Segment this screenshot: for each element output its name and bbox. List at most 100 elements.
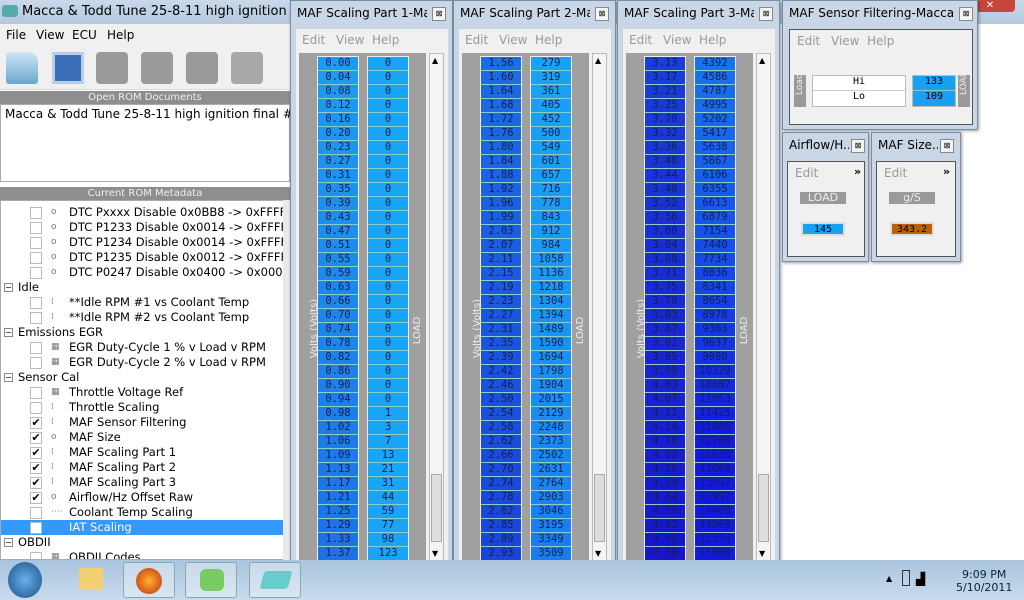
load-cell[interactable]: 1 [368,407,408,421]
tree-item[interactable]: ⁞ **Idle RPM #1 vs Coolant Temp [1,295,284,310]
start-orb-icon[interactable] [8,562,42,598]
load-cell[interactable]: 2764 [531,477,571,491]
tree-category[interactable]: − OBDII [1,535,284,550]
load-cell[interactable]: 405 [531,99,571,113]
load-cell[interactable]: 0 [368,127,408,141]
collapse-icon[interactable]: − [4,373,13,382]
load-cell[interactable]: 912 [531,225,571,239]
collapse-icon[interactable]: − [4,538,13,547]
load-cell[interactable]: 7734 [695,253,735,267]
volts-cell[interactable]: 4.07 [645,393,685,407]
load-cell[interactable]: 12209 [695,435,735,449]
load-cell[interactable]: 8036 [695,267,735,281]
volts-cell[interactable]: 1.99 [481,211,521,225]
volts-cell[interactable]: 2.03 [481,225,521,239]
volts-cell[interactable]: 1.88 [481,169,521,183]
load-cell[interactable]: 4586 [695,71,735,85]
volts-cell[interactable]: 3.99 [645,365,685,379]
tree-item[interactable]: o DTC P1235 Disable 0x0012 -> 0xFFFF M... [1,250,289,265]
load-cell[interactable]: 77 [368,519,408,533]
load-cell[interactable]: 8978 [695,309,735,323]
value-cell[interactable]: 343.2 [890,222,934,236]
volts-cell[interactable]: 1.72 [481,113,521,127]
volts-cell[interactable]: 0.04 [318,71,358,85]
scrollbar[interactable]: ▲ ▼ [592,53,607,561]
messenger-icon[interactable] [185,562,237,598]
load-cell[interactable]: 9303 [695,323,735,337]
load-cell[interactable]: 2903 [531,491,571,505]
volts-cell[interactable]: 2.85 [481,519,521,533]
volts-cell[interactable]: 1.17 [318,477,358,491]
volts-cell[interactable]: 1.68 [481,99,521,113]
volts-cell[interactable]: 3.52 [645,197,685,211]
volts-cell[interactable]: 2.54 [481,407,521,421]
volts-cell[interactable]: 4.50 [645,547,685,561]
volts-cell[interactable]: 0.35 [318,183,358,197]
load-cell[interactable]: 8654 [695,295,735,309]
load-cell[interactable]: 0 [368,99,408,113]
load-cell[interactable]: 279 [531,57,571,71]
load-cell[interactable]: 500 [531,127,571,141]
load-cell[interactable]: 2373 [531,435,571,449]
volts-cell[interactable]: 3.79 [645,295,685,309]
load-cell[interactable]: 0 [368,351,408,365]
checkbox[interactable] [30,357,42,369]
volts-cell[interactable]: 2.78 [481,491,521,505]
tree-category[interactable]: − Idle [1,280,284,295]
tree-item[interactable]: ✔ ⁞ MAF Scaling Part 2 [1,460,284,475]
volts-cell[interactable]: 0.00 [318,57,358,71]
menu-view[interactable]: View [336,33,364,47]
load-cell[interactable]: 0 [368,365,408,379]
tree-item[interactable]: ⁞ Throttle Scaling [1,400,284,415]
menu-help[interactable]: Help [535,33,562,47]
load-cell[interactable]: 11053 [695,393,735,407]
more-icon[interactable]: » [854,165,861,178]
checkbox[interactable]: ✔ [30,492,42,504]
close-icon[interactable]: ⊠ [595,7,609,21]
close-icon[interactable]: ⊠ [851,139,865,153]
load-cell[interactable]: 10329 [695,365,735,379]
volts-cell[interactable]: 1.13 [318,463,358,477]
load-cell[interactable]: 0 [368,211,408,225]
volts-cell[interactable]: 2.66 [481,449,521,463]
load-cell[interactable]: 4995 [695,99,735,113]
volts-cell[interactable]: 2.23 [481,295,521,309]
load-cell[interactable]: 1489 [531,323,571,337]
volts-cell[interactable]: 4.34 [645,491,685,505]
more-icon[interactable]: » [943,165,950,178]
load-cell[interactable]: 31 [368,477,408,491]
load-cell[interactable]: 7440 [695,239,735,253]
load-cell[interactable]: 0 [368,393,408,407]
volts-cell[interactable]: 3.25 [645,99,685,113]
firefox-icon[interactable] [123,562,175,598]
load-cell[interactable]: 0 [368,85,408,99]
load-cell[interactable]: 6879 [695,211,735,225]
menu-view[interactable]: View [36,28,64,42]
load-cell[interactable]: 13957 [695,491,735,505]
volts-cell[interactable]: 2.93 [481,547,521,561]
load-cell[interactable]: 0 [368,239,408,253]
load-cell[interactable]: 14869 [695,519,735,533]
checkbox[interactable] [30,207,42,219]
load-cell[interactable]: 7154 [695,225,735,239]
load-cell[interactable]: 3349 [531,533,571,547]
volts-cell[interactable]: 2.42 [481,365,521,379]
menu-ecu[interactable]: ECU [72,28,97,42]
load-cell[interactable]: 319 [531,71,571,85]
volts-cell[interactable]: 2.74 [481,477,521,491]
volts-cell[interactable]: 0.86 [318,365,358,379]
menu-edit[interactable]: Edit [465,33,488,47]
load-cell[interactable]: 1694 [531,351,571,365]
volts-cell[interactable]: 2.07 [481,239,521,253]
volts-cell[interactable]: 0.90 [318,379,358,393]
load-cell[interactable]: 3195 [531,519,571,533]
load-cell[interactable]: 12633 [695,449,735,463]
volts-cell[interactable]: 0.59 [318,267,358,281]
close-icon[interactable]: ⊠ [432,7,446,21]
volts-cell[interactable]: 4.18 [645,435,685,449]
volts-cell[interactable]: 0.63 [318,281,358,295]
menu-view[interactable]: View [663,33,691,47]
load-cell[interactable]: 5202 [695,113,735,127]
checkbox[interactable]: ✔ [30,417,42,429]
tree-item[interactable]: o DTC P1233 Disable 0x0014 -> 0xFFFF T... [1,220,289,235]
